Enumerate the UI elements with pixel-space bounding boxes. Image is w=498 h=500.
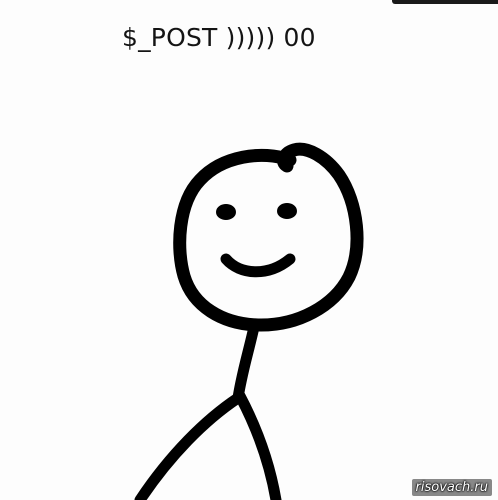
stick-figure-left-eye — [216, 204, 236, 220]
stick-figure-left-arm — [134, 392, 244, 500]
stick-figure-right-arm — [234, 390, 282, 500]
stick-figure — [134, 142, 364, 500]
stick-figure-smile — [220, 253, 296, 278]
stick-figure-right-eye — [277, 203, 297, 219]
stick-figure-body — [232, 321, 260, 404]
meme-image: $_POST ))))) 00 risovach.ru — [0, 0, 498, 500]
stick-figure-head — [173, 142, 364, 332]
site-watermark: risovach.ru — [411, 479, 492, 496]
stick-figure-drawing — [134, 142, 364, 500]
